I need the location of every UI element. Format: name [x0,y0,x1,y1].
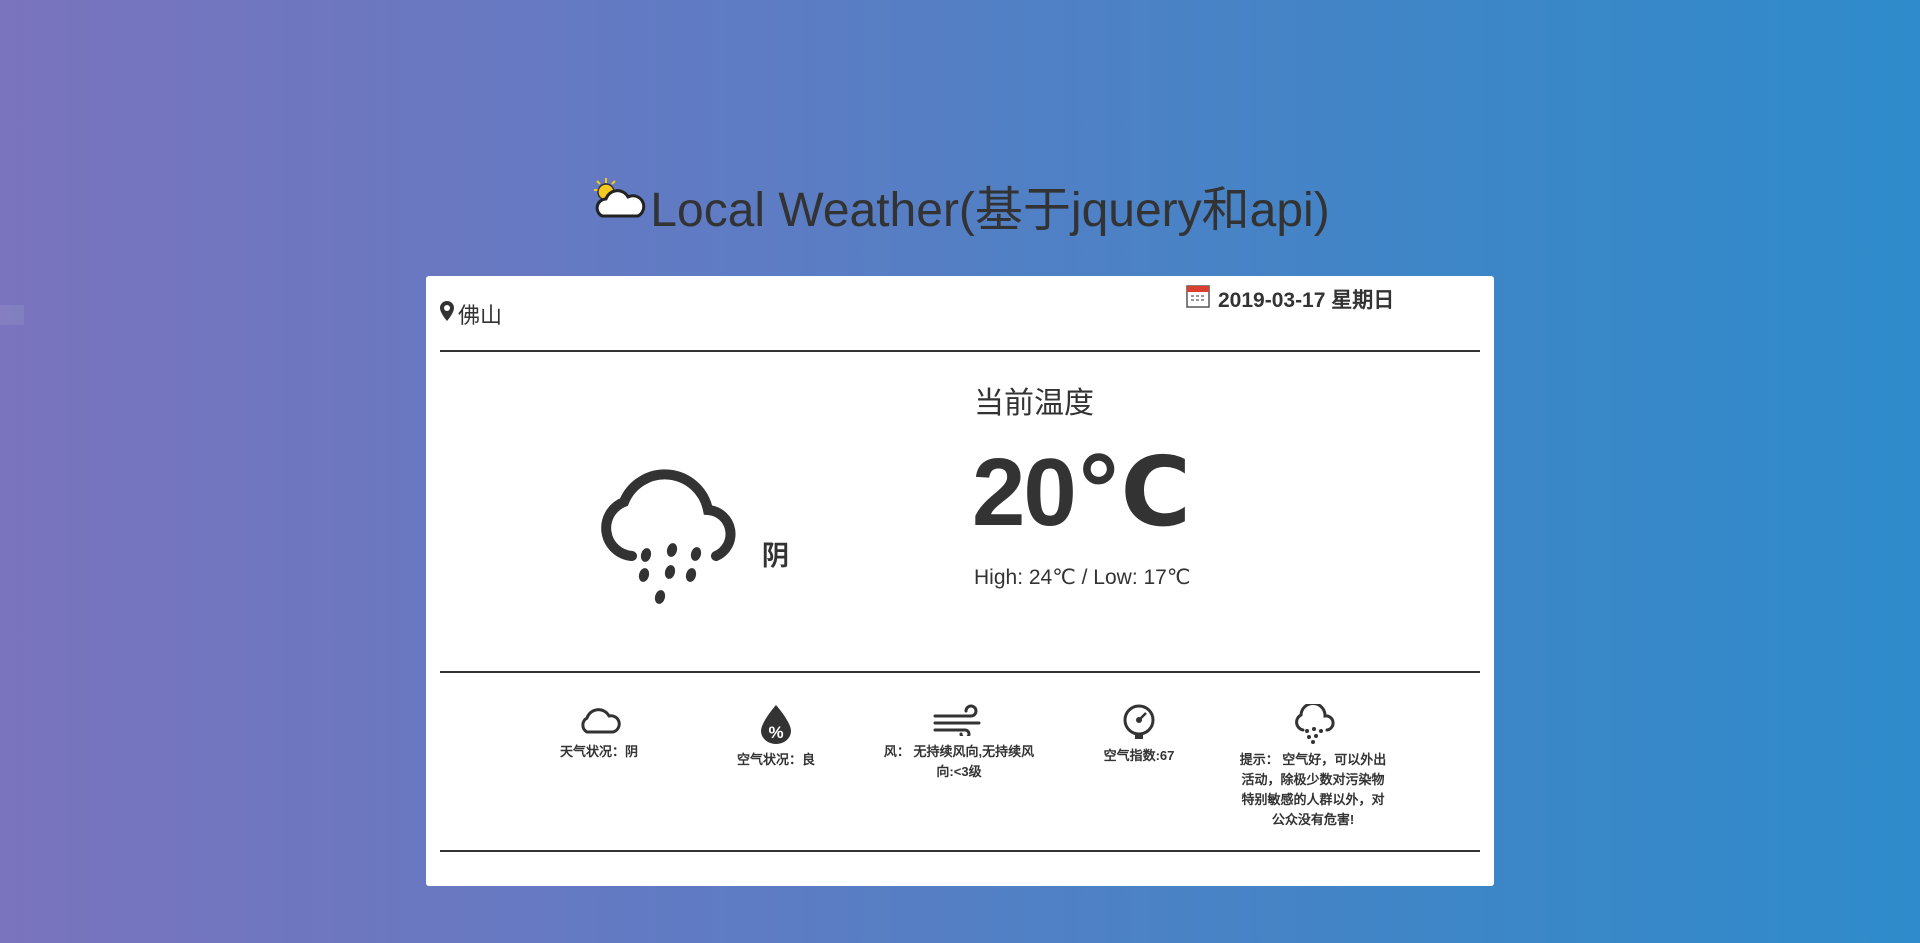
condition-label: 阴 [762,541,789,571]
date-text: 2019-03-17 星期日 [1218,289,1395,312]
side-tab[interactable] [0,305,24,325]
high-low-temp: High: 24℃ / Low: 17℃ [974,566,1191,589]
location-name: 佛山 [458,303,503,328]
divider-middle [440,671,1480,673]
weather-card: 佛山 2019-03-17 星期日 阴 当前温度 20℃ High: 24℃ /… [426,276,1494,886]
detail-text: 提示： 空气好，可以外出活动，除极少数对污染物特别敏感的人群以外，对公众没有危害… [1239,752,1387,827]
divider-top [440,350,1480,352]
detail-air-status: % 空气状况：良 [728,704,824,770]
cloud-icon [554,704,644,736]
detail-weather-status: 天气状况：阴 [554,704,644,762]
map-marker-icon [440,301,454,327]
calendar-icon [1186,284,1210,314]
detail-air-index: 空气指数:67 [1094,704,1184,766]
wind-icon [882,704,1036,736]
svg-text:%: % [768,723,783,742]
divider-bottom [440,850,1480,852]
location: 佛山 [440,298,502,330]
date: 2019-03-17 星期日 [1186,284,1394,314]
current-temp: 20℃ [972,439,1191,546]
detail-text: 风： 无持续风向,无持续风向:<3级 [883,744,1035,779]
rain-cloud-icon [1238,704,1388,744]
title-text: Local Weather(基于jquery和api) [650,184,1330,237]
detail-wind: 风： 无持续风向,无持续风向:<3级 [882,704,1036,782]
humidity-drop-icon: % [728,704,824,744]
gauge-icon [1094,704,1184,740]
detail-text: 空气指数:67 [1103,748,1175,763]
rain-cloud-icon [590,452,750,608]
current-temp-label: 当前温度 [974,387,1094,420]
detail-text: 天气状况：阴 [559,744,638,759]
page-title: Local Weather(基于jquery和api) [0,170,1920,240]
sun-behind-cloud-icon [590,176,646,234]
detail-text: 空气状况：良 [736,752,815,767]
detail-tip: 提示： 空气好，可以外出活动，除极少数对污染物特别敏感的人群以外，对公众没有危害… [1238,704,1388,830]
